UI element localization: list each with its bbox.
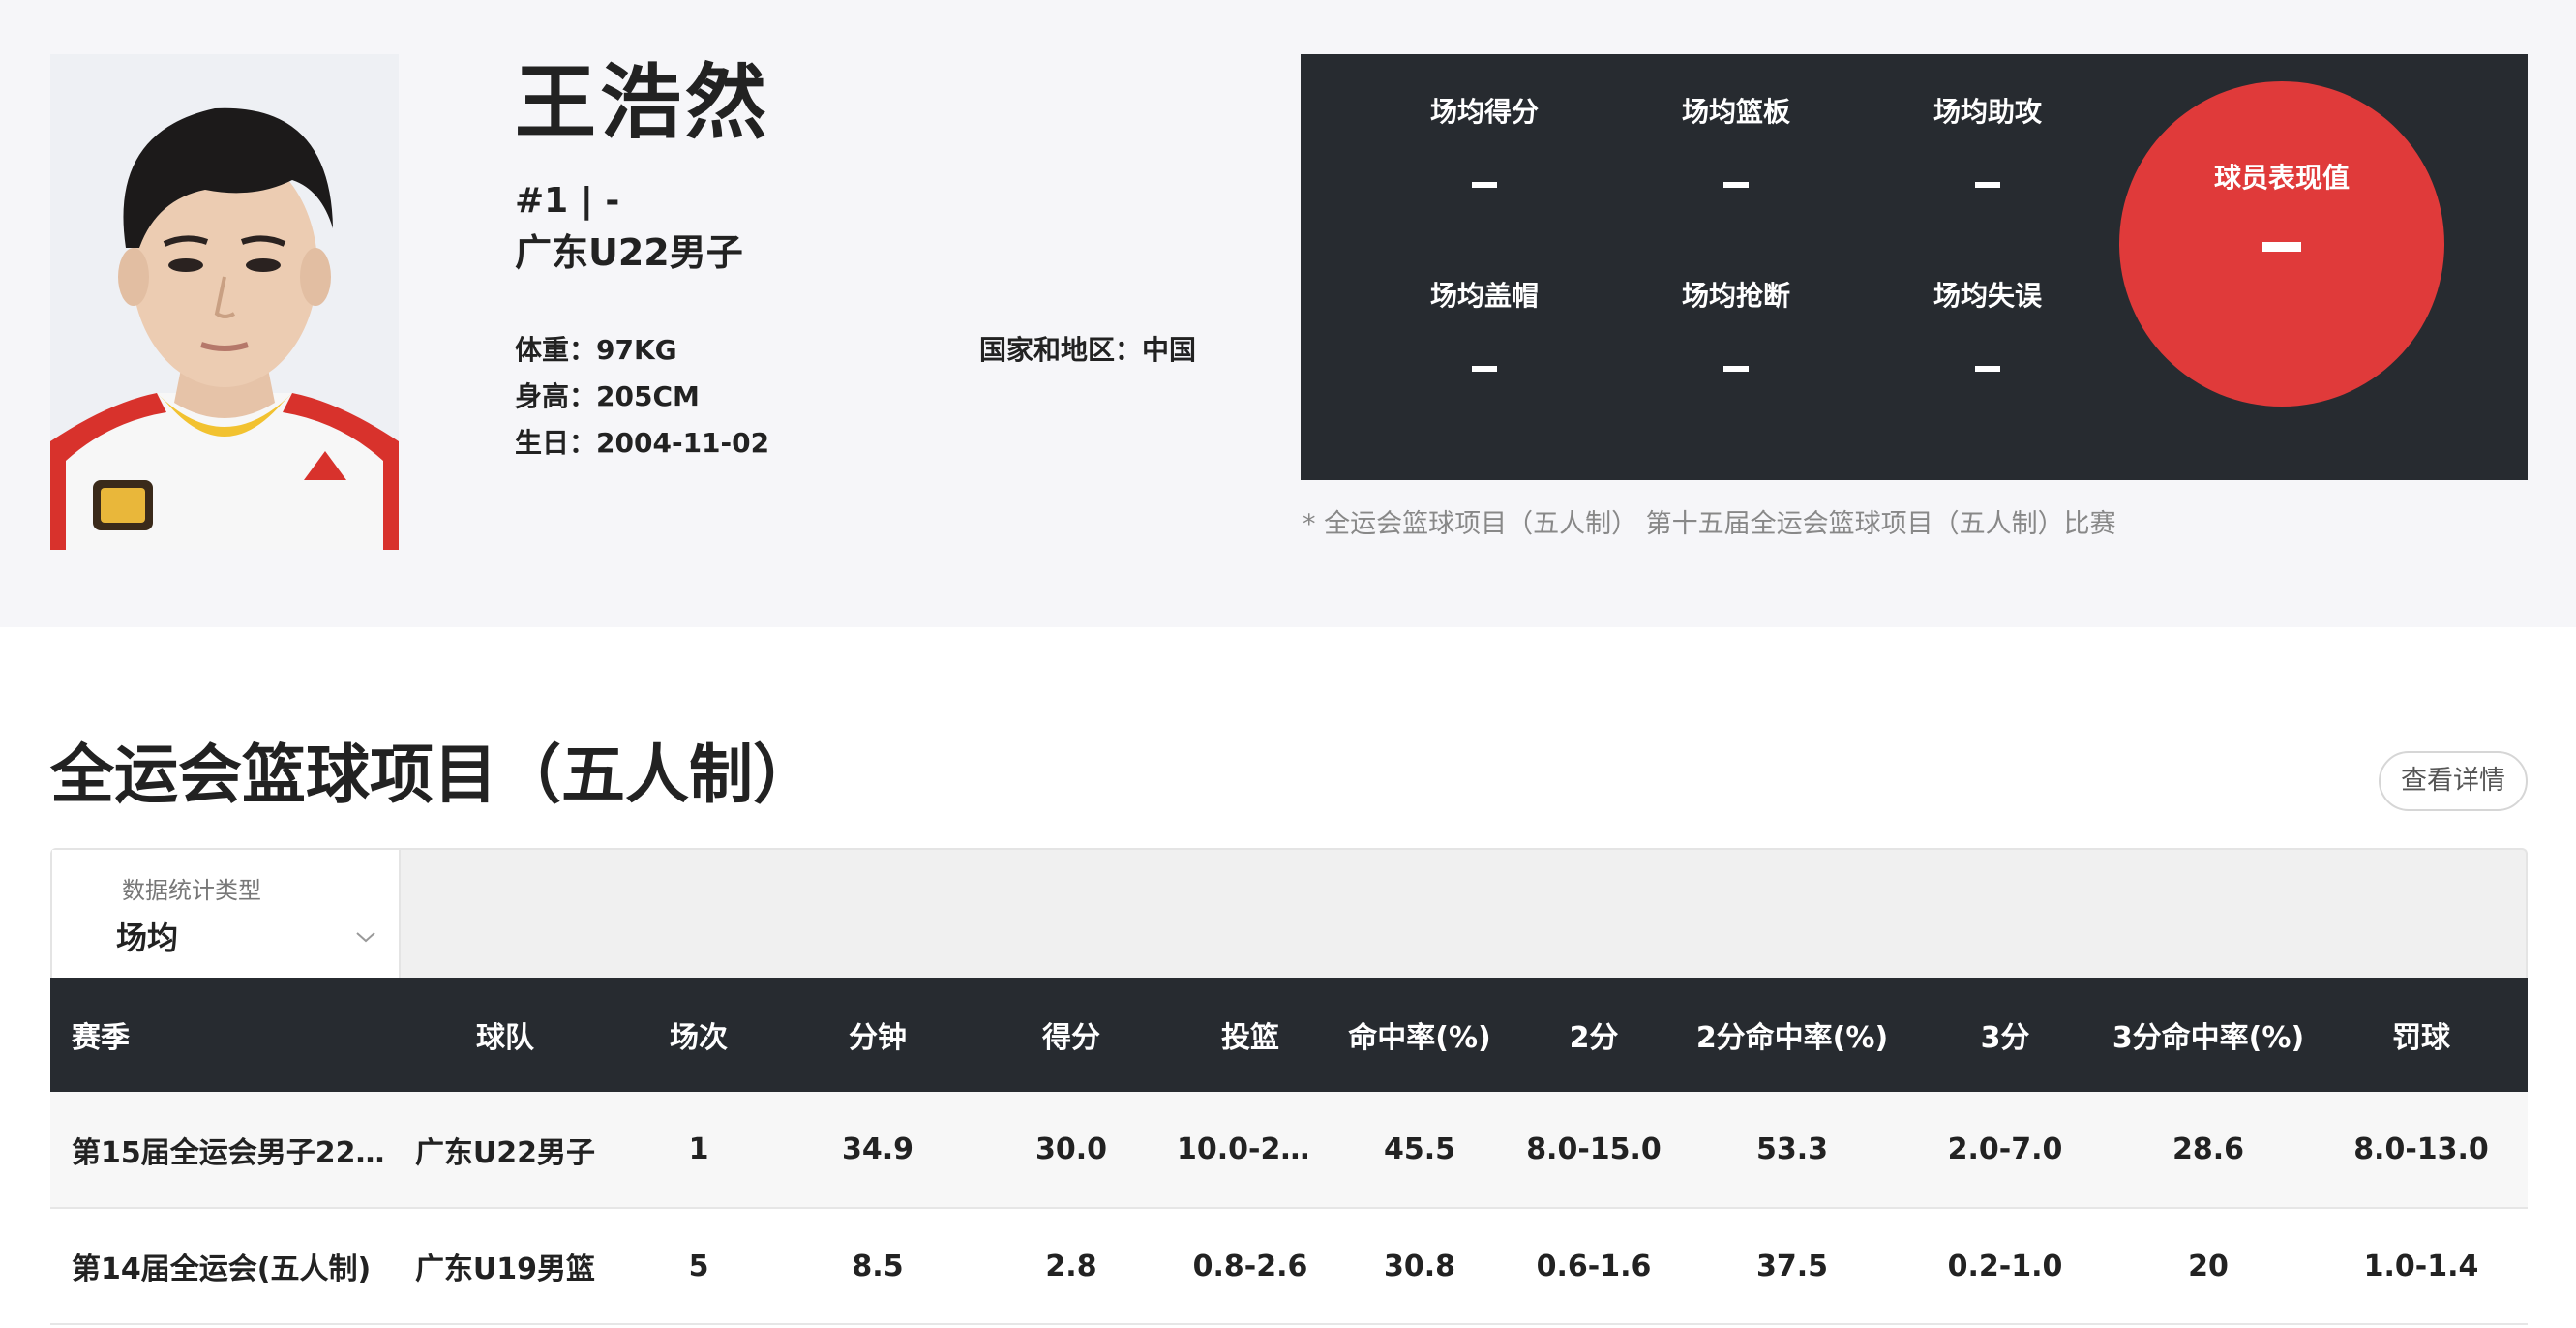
stat-label: 场均失误 xyxy=(1932,280,2042,312)
table-cell: 广东U22男子 xyxy=(414,1135,596,1170)
birthday-value: 2004-11-02 xyxy=(596,427,770,459)
table-cell: 10.0-22.0 xyxy=(1177,1132,1328,1166)
chevron-down-icon xyxy=(356,932,375,943)
competition-note: * 全运会篮球项目（五人制） 第十五届全运会篮球项目（五人制）比赛 xyxy=(1303,509,2116,539)
table-cell: 0.8-2.6 xyxy=(1192,1249,1308,1283)
stat-type-select[interactable]: 数据统计类型 场均 xyxy=(52,850,401,980)
weight-row: 体重：97KG xyxy=(515,333,677,368)
table-cell: 8.5 xyxy=(852,1249,904,1283)
col-header: 场次 xyxy=(670,1021,728,1055)
col-header: 球队 xyxy=(476,1021,534,1055)
height-label: 身高： xyxy=(515,380,597,412)
table-cell: 广东U19男篮 xyxy=(414,1253,596,1286)
stat-value-dash xyxy=(1723,182,1749,188)
stat-type-value: 场均 xyxy=(116,920,179,956)
filter-bar: 数据统计类型 场均 xyxy=(50,848,2528,980)
player-headshot-icon xyxy=(50,54,399,550)
table-cell: 1.0-1.4 xyxy=(2363,1249,2479,1283)
height-row: 身高：205CM xyxy=(515,379,700,414)
weight-label: 体重： xyxy=(515,334,597,366)
stat-rebounds: 场均篮板 xyxy=(1620,93,1852,188)
stat-label: 场均盖帽 xyxy=(1429,280,1539,312)
stat-value-dash xyxy=(1472,366,1497,372)
jersey-number: #1 | - xyxy=(515,181,620,221)
col-header: 2分命中率(%) xyxy=(1695,1021,1889,1055)
country-row: 国家和地区：中国 xyxy=(979,333,1196,368)
table-cell: 53.3 xyxy=(1755,1132,1829,1166)
col-header: 投篮 xyxy=(1221,1021,1279,1055)
stat-turnovers: 场均失误 xyxy=(1872,277,2104,372)
col-header: 2分 xyxy=(1569,1021,1619,1055)
performance-value-dash xyxy=(2262,242,2301,252)
player-header: 王浩然 #1 | - 广东U22男子 体重：97KG 身高：205CM 生日：2… xyxy=(0,0,2576,627)
table-cell: 30.8 xyxy=(1383,1249,1456,1283)
player-team: 广东U22男子 xyxy=(515,231,743,274)
stat-value-dash xyxy=(1472,182,1497,188)
section-title: 全运会篮球项目（五人制） xyxy=(50,738,817,812)
table-cell: 5 xyxy=(688,1249,709,1283)
stat-label: 场均助攻 xyxy=(1932,96,2042,128)
stat-steals: 场均抢断 xyxy=(1620,277,1852,372)
stat-value-dash xyxy=(1975,182,2000,188)
col-header: 3分 xyxy=(1980,1021,2030,1055)
stat-value-dash xyxy=(1975,366,2000,372)
col-header: 命中率(%) xyxy=(1348,1021,1491,1055)
table-row[interactable]: 第15届全运会男子22岁以下组 广东U22男子 1 34.9 30.0 10.0… xyxy=(50,1092,2528,1208)
table-cell: 34.9 xyxy=(841,1132,914,1166)
col-header: 3分命中率(%) xyxy=(2112,1021,2305,1055)
table-row[interactable]: 第14届全运会(五人制) 广东U19男篮 5 8.5 2.8 0.8-2.6 3… xyxy=(50,1208,2528,1324)
view-details-button[interactable]: 查看详情 xyxy=(2379,751,2528,811)
table-cell: 8.0-13.0 xyxy=(2353,1132,2489,1166)
country-value: 中国 xyxy=(1142,334,1197,366)
stat-blocks: 场均盖帽 xyxy=(1368,277,1601,372)
stat-value-dash xyxy=(1723,366,1749,372)
performance-value-circle: 球员表现值 xyxy=(2119,81,2444,407)
table-cell: 20 xyxy=(2188,1249,2229,1283)
birthday-label: 生日： xyxy=(515,427,597,459)
table-cell: 45.5 xyxy=(1383,1132,1456,1166)
table-cell: 0.2-1.0 xyxy=(1947,1249,2063,1283)
col-header: 赛季 xyxy=(72,1021,130,1055)
table-cell: 第14届全运会(五人制) xyxy=(72,1253,372,1286)
weight-value: 97KG xyxy=(596,334,677,366)
stat-label: 场均得分 xyxy=(1429,96,1539,128)
birthday-row: 生日：2004-11-02 xyxy=(515,426,769,461)
table-cell: 28.6 xyxy=(2172,1132,2245,1166)
country-label: 国家和地区： xyxy=(979,334,1143,366)
stat-assists: 场均助攻 xyxy=(1872,93,2104,188)
performance-label: 球员表现值 xyxy=(2213,162,2350,194)
table-cell: 2.0-7.0 xyxy=(1947,1132,2063,1166)
table-cell: 37.5 xyxy=(1755,1249,1829,1283)
height-value: 205CM xyxy=(596,380,700,412)
col-header: 罚球 xyxy=(2392,1021,2450,1055)
table-cell: 30.0 xyxy=(1034,1132,1108,1166)
player-photo xyxy=(50,54,399,550)
table-cell: 1 xyxy=(688,1132,709,1166)
player-name: 王浩然 xyxy=(515,55,771,150)
table-header-row: 赛季 球队 场次 分钟 得分 投篮 命中率(%) 2分 2分命中率(%) 3分 … xyxy=(50,978,2528,1092)
table-cell: 第15届全运会男子22岁以下组 xyxy=(72,1135,399,1170)
table-cell: 8.0-15.0 xyxy=(1526,1132,1662,1166)
stats-table: 赛季 球队 场次 分钟 得分 投篮 命中率(%) 2分 2分命中率(%) 3分 … xyxy=(50,978,2528,1325)
table-cell: 2.8 xyxy=(1045,1249,1097,1283)
stat-points: 场均得分 xyxy=(1368,93,1601,188)
col-header: 分钟 xyxy=(849,1021,907,1055)
stat-label: 场均抢断 xyxy=(1681,280,1790,312)
col-header: 得分 xyxy=(1042,1021,1100,1055)
stat-type-caption: 数据统计类型 xyxy=(122,877,261,904)
stat-label: 场均篮板 xyxy=(1681,96,1790,128)
table-cell: 0.6-1.6 xyxy=(1536,1249,1652,1283)
